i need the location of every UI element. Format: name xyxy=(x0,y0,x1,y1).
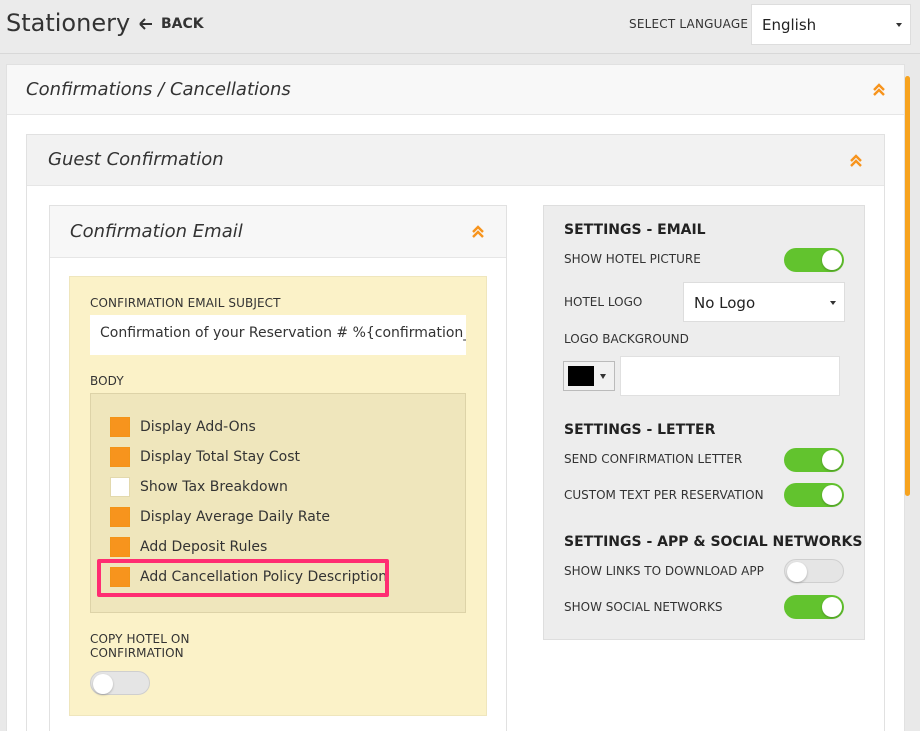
scrollbar[interactable] xyxy=(905,76,910,496)
show-social-toggle[interactable] xyxy=(784,595,844,619)
option-label: Add Deposit Rules xyxy=(140,539,268,555)
hotel-logo-value: No Logo xyxy=(694,294,756,312)
arrow-left-icon xyxy=(139,18,152,30)
back-button[interactable]: BACK xyxy=(139,16,204,32)
checkbox[interactable] xyxy=(110,507,130,527)
toggle-knob xyxy=(822,450,842,470)
collapse-up-icon[interactable] xyxy=(872,82,886,96)
panel-title: Confirmations / Cancellations xyxy=(26,79,291,100)
hotel-logo-label: HOTEL LOGO xyxy=(564,295,643,309)
copy-hotel-toggle[interactable] xyxy=(90,671,150,695)
option-label: Display Total Stay Cost xyxy=(140,449,301,465)
option-label: Display Add-Ons xyxy=(140,419,256,435)
color-picker-button[interactable] xyxy=(563,361,615,391)
send-confirmation-letter-label: SEND CONFIRMATION LETTER xyxy=(564,452,743,466)
copy-hotel-label-line1: COPY HOTEL ON xyxy=(90,632,190,646)
logo-background-label: LOGO BACKGROUND xyxy=(564,332,689,346)
subject-input[interactable]: Confirmation of your Reservation # %{con… xyxy=(90,315,466,355)
panel-header[interactable]: Confirmations / Cancellations xyxy=(7,65,904,115)
color-swatch xyxy=(568,366,594,386)
caret-down-icon xyxy=(830,301,836,305)
collapse-up-icon[interactable] xyxy=(471,224,485,238)
checkbox[interactable] xyxy=(110,417,130,437)
send-confirmation-letter-toggle[interactable] xyxy=(784,448,844,472)
top-bar: Stationery BACK SELECT LANGUAGE English xyxy=(0,0,920,54)
collapse-up-icon[interactable] xyxy=(849,153,863,167)
toggle-knob xyxy=(822,485,842,505)
show-hotel-picture-label: SHOW HOTEL PICTURE xyxy=(564,252,701,266)
highlight-box xyxy=(97,559,389,597)
color-value-input[interactable] xyxy=(620,356,840,396)
subject-label: CONFIRMATION EMAIL SUBJECT xyxy=(90,296,281,310)
toggle-knob xyxy=(822,250,842,270)
copy-hotel-label-line2: CONFIRMATION xyxy=(90,646,184,660)
caret-down-icon xyxy=(896,23,902,27)
caret-down-icon xyxy=(600,374,606,379)
copy-hotel-label: COPY HOTEL ON CONFIRMATION xyxy=(90,632,190,660)
panel-header[interactable]: Guest Confirmation xyxy=(27,135,884,186)
hotel-logo-select[interactable]: No Logo xyxy=(683,282,845,322)
page-title: Stationery xyxy=(6,9,131,37)
checkbox[interactable] xyxy=(110,447,130,467)
show-links-toggle[interactable] xyxy=(784,559,844,583)
settings-app-heading: SETTINGS - APP & SOCIAL NETWORKS xyxy=(564,534,863,550)
select-language-label: SELECT LANGUAGE xyxy=(629,17,749,31)
option-label: Show Tax Breakdown xyxy=(140,479,288,495)
panel-title: Confirmation Email xyxy=(70,221,243,242)
checkbox[interactable] xyxy=(110,537,130,557)
option-label: Display Average Daily Rate xyxy=(140,509,330,525)
toggle-knob xyxy=(787,562,807,582)
option-show-tax-breakdown[interactable]: Show Tax Breakdown xyxy=(110,477,288,497)
settings-email-heading: SETTINGS - EMAIL xyxy=(564,222,706,238)
language-value: English xyxy=(762,16,817,34)
custom-text-toggle[interactable] xyxy=(784,483,844,507)
checkbox[interactable] xyxy=(110,477,130,497)
panel-header[interactable]: Confirmation Email xyxy=(50,206,506,258)
panel-title: Guest Confirmation xyxy=(48,149,224,170)
show-links-label: SHOW LINKS TO DOWNLOAD APP xyxy=(564,564,764,578)
body-label: BODY xyxy=(90,374,124,388)
toggle-knob xyxy=(822,597,842,617)
option-add-deposit-rules[interactable]: Add Deposit Rules xyxy=(110,537,267,557)
show-social-label: SHOW SOCIAL NETWORKS xyxy=(564,600,723,614)
settings-letter-heading: SETTINGS - LETTER xyxy=(564,422,716,438)
option-display-average-daily-rate[interactable]: Display Average Daily Rate xyxy=(110,507,330,527)
custom-text-label: CUSTOM TEXT PER RESERVATION xyxy=(564,488,764,502)
option-display-total-stay-cost[interactable]: Display Total Stay Cost xyxy=(110,447,300,467)
back-label: BACK xyxy=(161,16,204,32)
language-select[interactable]: English xyxy=(751,4,911,45)
option-display-add-ons[interactable]: Display Add-Ons xyxy=(110,417,256,437)
toggle-knob xyxy=(93,674,113,694)
show-hotel-picture-toggle[interactable] xyxy=(784,248,844,272)
